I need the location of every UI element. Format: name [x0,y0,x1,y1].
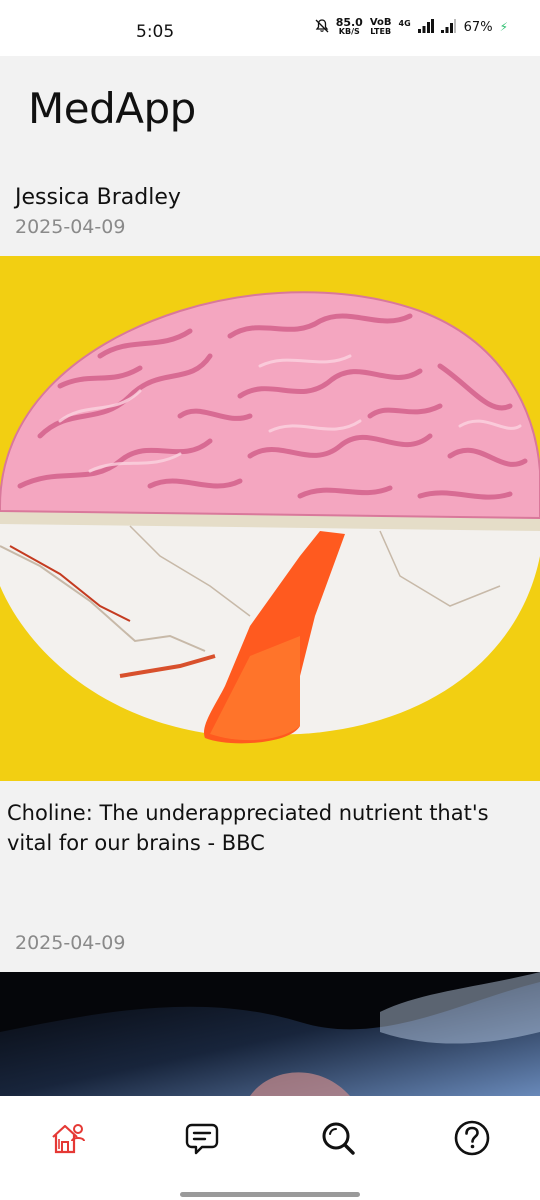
nav-home[interactable] [48,1118,88,1158]
status-icons: 85.0 KB/S VoB LTEB 4G 67% ⚡ [315,16,508,37]
volte-bottom: LTEB [370,27,392,36]
post-title[interactable]: Choline: The underappreciated nutrient t… [7,798,535,858]
help-icon [454,1120,490,1156]
chat-icon [185,1123,219,1155]
mute-icon [315,18,329,36]
speed-unit: KB/S [338,27,360,36]
bottom-navigation [0,1096,540,1200]
post-date-secondary: 2025-04-09 [15,932,126,954]
signal-icon-2 [440,18,457,36]
status-time: 5:05 [136,22,175,42]
volte-indicator: VoB LTEB [369,17,392,37]
gesture-bar[interactable] [180,1192,360,1197]
search-icon [322,1122,355,1155]
charging-icon: ⚡ [499,20,508,34]
nav-search[interactable] [318,1118,358,1158]
post-author[interactable]: Jessica Bradley [15,185,181,210]
network-type: 4G [398,18,411,28]
app-title: MedApp [28,84,196,133]
nav-messages[interactable] [182,1118,222,1158]
data-speed: 85.0 KB/S [335,16,363,36]
post-image[interactable] [0,256,540,781]
home-icon [52,1124,85,1154]
speed-value: 85.0 [335,16,363,29]
nav-help[interactable] [452,1118,492,1158]
post-image-next[interactable] [0,972,540,1096]
signal-icon-1 [417,18,434,36]
status-bar: 5:05 85.0 KB/S VoB LTEB 4G 67% ⚡ [0,0,540,56]
volte-top: VoB [369,17,392,28]
battery-level: 67% [463,19,493,35]
post-date: 2025-04-09 [15,216,126,238]
